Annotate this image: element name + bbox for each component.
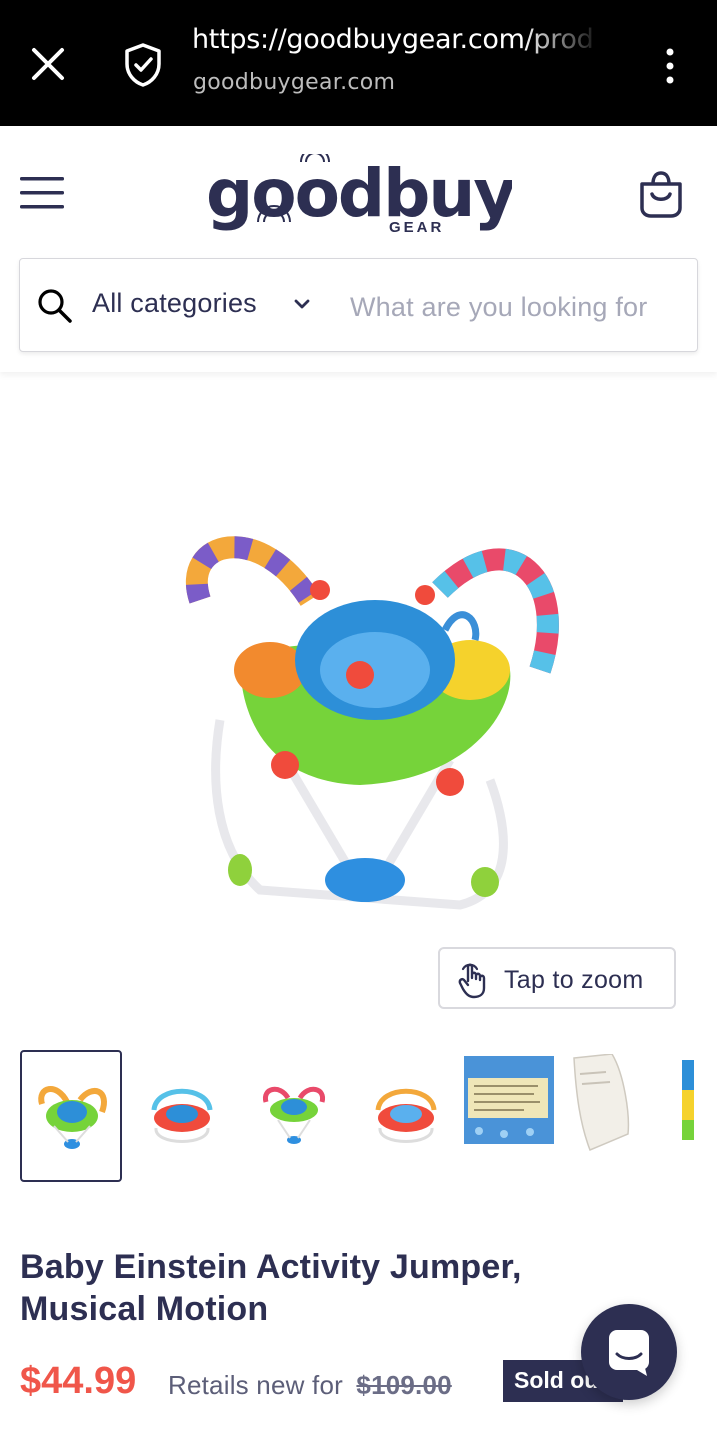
logo-wordmark: goodbuy xyxy=(206,155,512,232)
thumbnail-4[interactable] xyxy=(356,1050,458,1182)
thumbnail-image xyxy=(38,1086,107,1149)
tap-to-zoom-label: Tap to zoom xyxy=(504,966,644,994)
thumbnail-image xyxy=(262,1086,326,1144)
thumbnail-strip xyxy=(20,1050,697,1184)
thumbnail-image xyxy=(375,1088,437,1143)
thumbnail-image xyxy=(682,1060,694,1140)
retail-price-line: Retails new for $109.00 xyxy=(168,1370,452,1401)
chevron-down-icon[interactable] xyxy=(292,297,312,313)
shopping-bag-icon[interactable] xyxy=(636,170,686,218)
chat-launcher-button[interactable] xyxy=(581,1304,677,1400)
thumbnail-6[interactable] xyxy=(572,1050,674,1182)
logo-subtext: GEAR xyxy=(389,219,444,234)
address-bar-url[interactable]: https://goodbuygear.com/prod xyxy=(192,24,602,55)
shield-check-icon[interactable] xyxy=(122,42,164,88)
thumbnail-3[interactable] xyxy=(244,1050,346,1182)
thumbnail-1[interactable] xyxy=(20,1050,122,1182)
hand-pointer-icon xyxy=(458,963,486,999)
product-price: $44.99 xyxy=(20,1360,137,1402)
thumbnail-7[interactable] xyxy=(680,1050,697,1182)
search-icon[interactable] xyxy=(36,287,74,325)
address-bar-domain: goodbuygear.com xyxy=(193,70,396,95)
product-title: Baby Einstein Activity Jumper, Musical M… xyxy=(20,1248,522,1328)
thumbnail-image xyxy=(573,1054,630,1151)
thumbnail-5[interactable] xyxy=(464,1050,566,1182)
retail-label: Retails new for xyxy=(168,1370,343,1400)
product-image[interactable] xyxy=(160,520,580,920)
goodbuy-gear-logo[interactable]: goodbuy GEAR xyxy=(206,154,512,234)
category-dropdown[interactable]: All categories xyxy=(92,288,257,319)
retail-price: $109.00 xyxy=(356,1370,452,1400)
browser-toolbar: https://goodbuygear.com/prod goodbuygear… xyxy=(0,0,717,126)
search-bar: All categories xyxy=(19,258,698,352)
more-vert-icon[interactable] xyxy=(656,44,684,88)
hamburger-menu-icon[interactable] xyxy=(20,176,64,210)
close-icon[interactable] xyxy=(28,44,68,84)
thumbnail-image xyxy=(464,1056,554,1144)
tap-to-zoom-button[interactable]: Tap to zoom xyxy=(438,947,676,1009)
thumbnail-2[interactable] xyxy=(132,1050,234,1182)
search-input[interactable] xyxy=(350,287,680,327)
site-header: goodbuy GEAR All categories xyxy=(0,126,717,372)
thumbnail-image xyxy=(151,1088,213,1143)
chat-icon xyxy=(609,1330,649,1376)
